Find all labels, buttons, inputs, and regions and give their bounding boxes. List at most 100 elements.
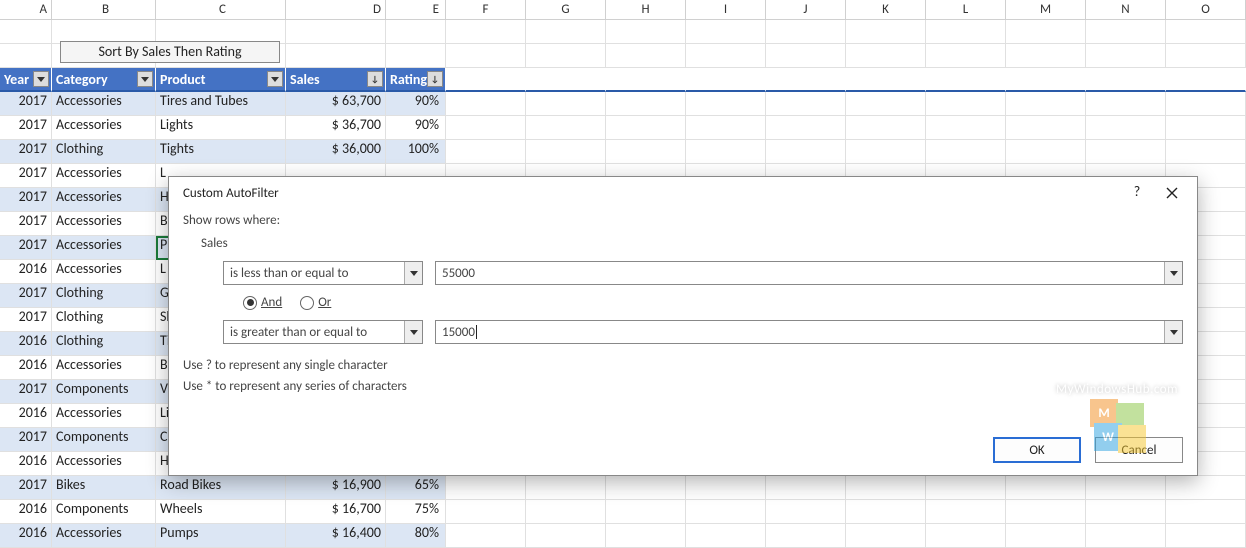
col-header-I[interactable]: I [686, 0, 766, 19]
and-radio[interactable]: And [243, 295, 282, 310]
cell[interactable]: Road Bikes [156, 476, 286, 500]
col-header-K[interactable]: K [846, 0, 926, 19]
table-row[interactable]: 2017ClothingTights$ 36,000100% [0, 140, 1246, 164]
cell[interactable]: 2017 [0, 92, 52, 116]
col-header-N[interactable]: N [1086, 0, 1166, 19]
cell[interactable]: Wheels [156, 500, 286, 524]
cell[interactable] [846, 476, 926, 500]
cell[interactable] [1006, 92, 1086, 116]
cell[interactable] [1166, 92, 1246, 116]
col-header-J[interactable]: J [766, 0, 846, 19]
cell[interactable] [606, 92, 686, 116]
cell[interactable]: Clothing [52, 140, 156, 164]
ok-button[interactable]: OK [993, 437, 1081, 463]
cell[interactable] [1086, 140, 1166, 164]
cell[interactable] [846, 140, 926, 164]
table-row[interactable]: 2016AccessoriesPumps$ 16,40080% [0, 524, 1246, 548]
col-header-C[interactable]: C [156, 0, 286, 19]
col-header-F[interactable]: F [446, 0, 526, 19]
cell[interactable]: 75% [386, 500, 446, 524]
cell[interactable] [1166, 476, 1246, 500]
filter-dropdown-category[interactable] [137, 71, 153, 87]
cell[interactable] [846, 116, 926, 140]
cell[interactable]: $ 16,700 [286, 500, 386, 524]
cell[interactable]: Components [52, 500, 156, 524]
cell[interactable] [1086, 116, 1166, 140]
close-button[interactable] [1153, 181, 1191, 205]
operator-2-dropdown[interactable]: is greater than or equal to [223, 320, 423, 344]
sort-by-sales-rating-button[interactable]: Sort By Sales Then Rating [60, 41, 280, 63]
cell[interactable] [446, 500, 526, 524]
cell[interactable]: Accessories [52, 356, 156, 380]
filter-dropdown-year[interactable] [33, 71, 49, 87]
cell[interactable]: Components [52, 380, 156, 404]
cell[interactable]: Accessories [52, 116, 156, 140]
or-radio[interactable]: Or [300, 295, 331, 310]
cell[interactable]: Tights [156, 140, 286, 164]
filter-dropdown-rating[interactable]: ↓ [427, 71, 443, 87]
cell[interactable]: Accessories [52, 236, 156, 260]
cell[interactable]: 2017 [0, 188, 52, 212]
col-header-D[interactable]: D [286, 0, 386, 19]
col-header-O[interactable]: O [1166, 0, 1246, 19]
cell[interactable] [766, 116, 846, 140]
table-row[interactable]: 2016ComponentsWheels$ 16,70075% [0, 500, 1246, 524]
cell[interactable]: 2017 [0, 380, 52, 404]
cell[interactable]: 2017 [0, 284, 52, 308]
cell[interactable]: 80% [386, 524, 446, 548]
cell[interactable]: Accessories [52, 92, 156, 116]
cell[interactable]: Accessories [52, 452, 156, 476]
filter-dropdown-product[interactable] [267, 71, 283, 87]
cell[interactable] [1006, 524, 1086, 548]
operator-1-dropdown[interactable]: is less than or equal to [223, 261, 423, 285]
cell[interactable] [926, 476, 1006, 500]
cell[interactable] [526, 524, 606, 548]
cell[interactable] [766, 92, 846, 116]
header-year[interactable]: Year [0, 68, 52, 92]
cell[interactable] [686, 116, 766, 140]
cell[interactable]: Bikes [52, 476, 156, 500]
cell[interactable]: Clothing [52, 284, 156, 308]
value-2-input[interactable]: 15000​ [435, 320, 1183, 344]
help-button[interactable]: ? [1121, 181, 1153, 205]
cell[interactable]: 2016 [0, 524, 52, 548]
cell[interactable]: Clothing [52, 308, 156, 332]
cell[interactable] [446, 476, 526, 500]
header-sales[interactable]: Sales ↓ [286, 68, 386, 92]
cell[interactable]: Lights [156, 116, 286, 140]
header-product[interactable]: Product [156, 68, 286, 92]
cell[interactable] [766, 500, 846, 524]
cell[interactable] [606, 116, 686, 140]
cell[interactable] [526, 116, 606, 140]
filter-dropdown-sales[interactable]: ↓ [367, 71, 383, 87]
cell[interactable] [1086, 524, 1166, 548]
header-rating[interactable]: Rating ↓ [386, 68, 446, 92]
cell[interactable] [1086, 476, 1166, 500]
table-row[interactable]: 2017BikesRoad Bikes$ 16,90065% [0, 476, 1246, 500]
cell[interactable]: 2017 [0, 428, 52, 452]
cell[interactable] [846, 92, 926, 116]
cell[interactable] [926, 92, 1006, 116]
cell[interactable]: 100% [386, 140, 446, 164]
cell[interactable] [1166, 140, 1246, 164]
cell[interactable] [446, 116, 526, 140]
cell[interactable] [1086, 92, 1166, 116]
cell[interactable] [686, 476, 766, 500]
cell[interactable]: Tires and Tubes [156, 92, 286, 116]
cell[interactable] [526, 92, 606, 116]
cell[interactable] [1006, 476, 1086, 500]
col-header-A[interactable]: A [0, 0, 52, 19]
cell[interactable] [686, 140, 766, 164]
cell[interactable]: $ 63,700 [286, 92, 386, 116]
col-header-L[interactable]: L [926, 0, 1006, 19]
cell[interactable] [526, 500, 606, 524]
cell[interactable]: 2017 [0, 308, 52, 332]
cell[interactable]: 2016 [0, 356, 52, 380]
cell[interactable] [846, 500, 926, 524]
cell[interactable]: 2016 [0, 452, 52, 476]
cell[interactable] [606, 476, 686, 500]
cell[interactable]: 2017 [0, 140, 52, 164]
cell[interactable]: Accessories [52, 212, 156, 236]
col-header-H[interactable]: H [606, 0, 686, 19]
cell[interactable] [926, 116, 1006, 140]
